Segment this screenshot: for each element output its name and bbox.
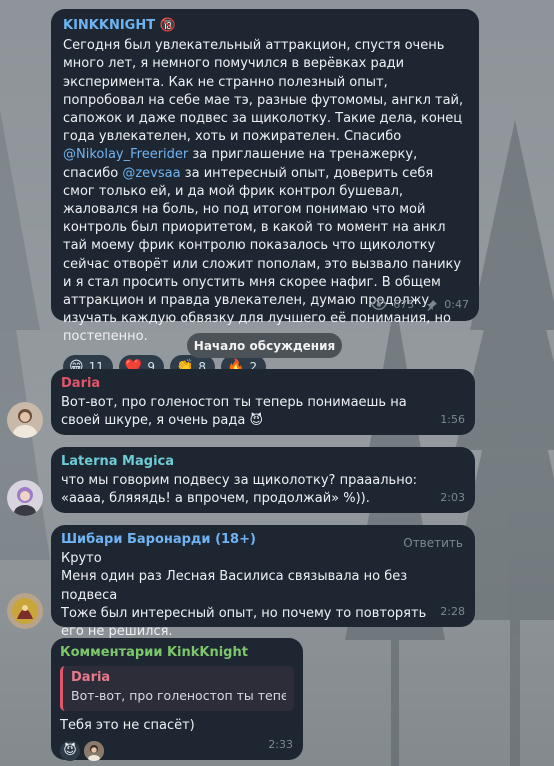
message-time: 2:28 bbox=[440, 604, 465, 618]
message-text: Тебя это не спасёт) bbox=[60, 717, 195, 733]
eye-icon bbox=[371, 299, 388, 311]
reply-quote[interactable]: Daria Вот-вот, про голеностоп ты тепе... bbox=[60, 666, 294, 711]
post-author[interactable]: KINKKNIGHT 🔞 bbox=[63, 17, 467, 35]
discussion-start-label: Начало обсуждения bbox=[187, 333, 342, 358]
post-meta: 675 0:47 bbox=[371, 296, 469, 314]
avatar-daria[interactable] bbox=[7, 402, 43, 438]
message-text: что мы говорим подвесу за щиколотку? пра… bbox=[61, 473, 418, 507]
adult-badge-icon: 🔞 bbox=[159, 18, 176, 33]
mention-zevsaa[interactable]: @zevsaa bbox=[122, 166, 180, 181]
message-author[interactable]: Daria bbox=[61, 375, 465, 393]
message-time: 2:33 bbox=[268, 737, 293, 751]
avatar-laterna-magica[interactable] bbox=[7, 480, 43, 516]
mention-nikolay[interactable]: @Nikolay_Freerider bbox=[63, 147, 188, 162]
reactor-avatar bbox=[84, 740, 104, 761]
message-time: 1:56 bbox=[440, 412, 465, 426]
message-daria: Daria Вот-вот, про голеностоп ты теперь … bbox=[51, 369, 475, 435]
message-author[interactable]: Комментарии KinkKnight bbox=[60, 644, 294, 662]
reaction-devil-icon: 😈 bbox=[60, 740, 80, 761]
channel-post: KINKKNIGHT 🔞 Сегодня был увлекательный а… bbox=[51, 9, 479, 379]
views-count: 675 bbox=[393, 297, 415, 311]
message-text: Вот-вот, про голеностоп ты теперь понима… bbox=[61, 395, 407, 429]
channel-name: KINKKNIGHT bbox=[63, 18, 156, 33]
message-author[interactable]: Laterna Magica bbox=[61, 453, 465, 471]
pin-icon bbox=[427, 299, 438, 311]
quote-author: Daria bbox=[71, 670, 111, 686]
quote-text: Вот-вот, про голеностоп ты тепе... bbox=[71, 688, 286, 704]
message-laterna-magica: Laterna Magica что мы говорим подвесу за… bbox=[51, 447, 475, 513]
avatar-shibari-baronardi[interactable] bbox=[7, 593, 43, 629]
message-shibari-baronardi: Шибари Баронарди (18+) Ответить Круто Ме… bbox=[51, 525, 475, 639]
message-kinkknight-comments: Комментарии KinkKnight Daria Вот-вот, пр… bbox=[51, 638, 303, 761]
post-time: 0:47 bbox=[444, 297, 469, 311]
reply-button[interactable]: Ответить bbox=[403, 534, 463, 552]
message-reactions[interactable]: 😈 bbox=[60, 740, 294, 761]
message-text: Круто Меня один раз Лесная Василиса связ… bbox=[61, 551, 427, 640]
message-time: 2:03 bbox=[440, 490, 465, 504]
